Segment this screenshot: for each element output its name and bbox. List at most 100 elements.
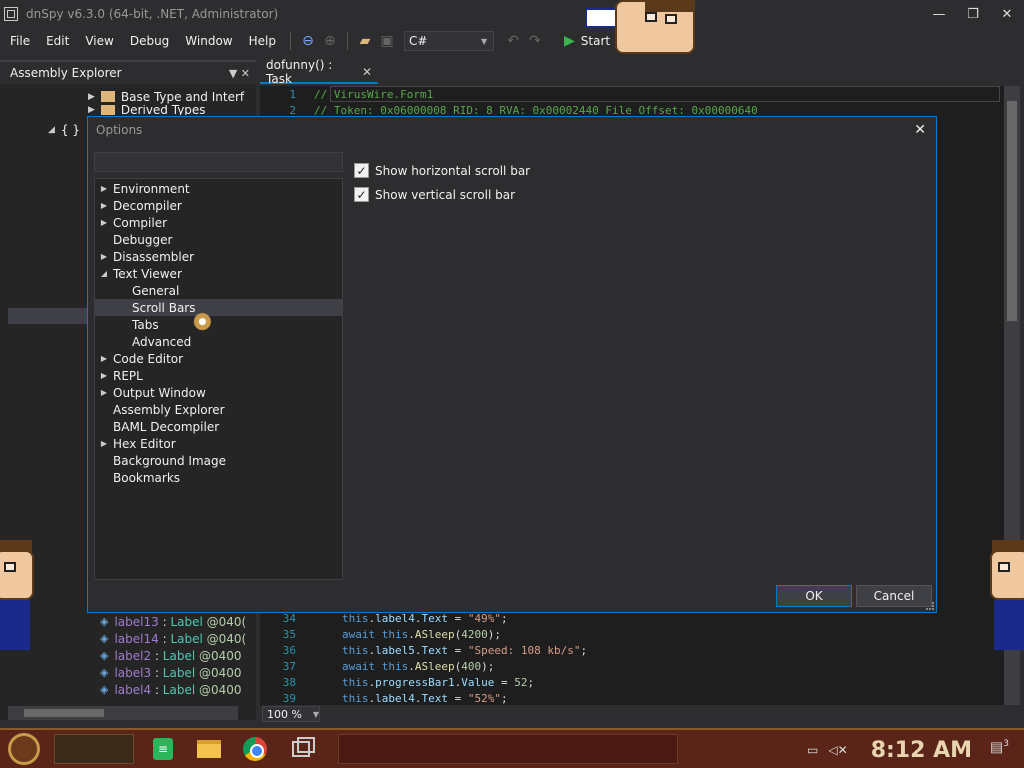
resize-grip-icon[interactable] <box>926 602 934 610</box>
checkmark-icon: ✓ <box>354 187 369 202</box>
line-number: 39 <box>282 691 296 705</box>
back-icon[interactable]: ⊖ <box>299 32 317 50</box>
close-window-button[interactable]: ✕ <box>990 0 1024 28</box>
expand-icon: ▶ <box>100 201 108 210</box>
list-item[interactable]: ◈ label13 : Label @040( <box>100 613 246 630</box>
chevron-down-icon: ▼ <box>480 36 488 46</box>
zoom-select[interactable]: 100 % ▼ <box>262 706 320 722</box>
panel-controls[interactable]: ▼ ✕ <box>229 67 250 80</box>
options-item-environment[interactable]: ▶ Environment <box>95 180 342 197</box>
code-string: "52%" <box>467 691 501 705</box>
cancel-button[interactable]: Cancel <box>856 585 932 607</box>
list-item[interactable]: ◈ label14 : Label @040( <box>100 630 246 647</box>
menu-help[interactable]: Help <box>241 34 284 48</box>
language-select[interactable]: C# ▼ <box>403 31 494 51</box>
taskbar-app-explorer[interactable] <box>192 732 226 766</box>
forward-icon[interactable]: ⊕ <box>321 32 339 50</box>
zoom-bar: 100 % ▼ <box>262 705 1020 723</box>
options-search-input[interactable] <box>94 152 343 172</box>
options-item-output-window[interactable]: ▶ Output Window <box>95 384 342 401</box>
taskbar-app-chrome[interactable] <box>238 732 272 766</box>
assembly-explorer-title: Assembly Explorer <box>10 66 122 80</box>
code-method: ASleep <box>414 627 455 641</box>
field-address: @040( <box>206 614 247 629</box>
character-art-top <box>585 0 705 60</box>
options-item-repl[interactable]: ▶ REPL <box>95 367 342 384</box>
checkbox-label: Show horizontal scroll bar <box>375 163 531 178</box>
system-tray: ▭ ◁✕ 8:12 AM ▤3 <box>802 730 1024 768</box>
taskbar-search-slot[interactable] <box>54 734 134 764</box>
taskbar-app-task-view[interactable] <box>284 732 318 766</box>
menu-window[interactable]: Window <box>177 34 240 48</box>
line-number: 37 <box>282 659 296 673</box>
menu-file[interactable]: File <box>0 34 38 48</box>
menu-view[interactable]: View <box>77 34 121 48</box>
options-item-general[interactable]: General <box>95 282 342 299</box>
field-type: Label <box>170 631 203 646</box>
tree-item-derived-types[interactable]: ▶ Derived Types <box>88 105 206 115</box>
taskbar-running-apps[interactable] <box>338 734 678 764</box>
code-punctuation: ; <box>580 643 588 657</box>
field-icon: ◈ <box>100 615 109 628</box>
options-item-compiler[interactable]: ▶ Compiler <box>95 214 342 231</box>
field-name: label14 <box>114 631 159 646</box>
save-icon[interactable]: ▣ <box>378 32 396 50</box>
code-line: 36 this. label5. Text = "Speed: 108 kb/s"; <box>260 642 587 658</box>
list-item[interactable]: ◈ label3 : Label @0400 <box>100 664 242 681</box>
tree-item-base-types[interactable]: ▶ Base Type and Interf <box>88 88 244 105</box>
network-icon[interactable]: ▭ <box>807 743 818 757</box>
code-punctuation: ; <box>501 691 508 705</box>
menu-edit[interactable]: Edit <box>38 34 77 48</box>
options-item-text-viewer[interactable]: ◢ Text Viewer <box>95 265 342 282</box>
minimize-button[interactable]: — <box>922 0 956 28</box>
code-keyword: this <box>342 643 369 657</box>
options-item-code-editor[interactable]: ▶ Code Editor <box>95 350 342 367</box>
scrollbar-thumb[interactable] <box>24 709 104 717</box>
options-item-background-image[interactable]: Background Image <box>95 452 342 469</box>
options-item-scroll-bars[interactable]: Scroll Bars <box>95 299 342 316</box>
maximize-button[interactable]: ❐ <box>956 0 990 28</box>
undo-icon[interactable]: ↶ <box>504 32 522 50</box>
close-tab-icon[interactable]: ✕ <box>362 65 372 79</box>
options-item-assembly-explorer[interactable]: Assembly Explorer <box>95 401 342 418</box>
options-item-label: Bookmarks <box>113 470 181 485</box>
show-vertical-scroll-bar-checkbox[interactable]: ✓ Show vertical scroll bar <box>354 187 515 202</box>
open-folder-icon[interactable]: ▰ <box>356 32 374 50</box>
options-item-baml-decompiler[interactable]: BAML Decompiler <box>95 418 342 435</box>
close-dialog-button[interactable]: ✕ <box>914 122 926 138</box>
redo-icon[interactable]: ↷ <box>526 32 544 50</box>
code-keyword: await <box>342 627 376 641</box>
options-item-advanced[interactable]: Advanced <box>95 333 342 350</box>
start-menu-button[interactable] <box>0 731 48 767</box>
options-item-debugger[interactable]: Debugger <box>95 231 342 248</box>
code-property: Text <box>421 611 449 625</box>
options-item-decompiler[interactable]: ▶ Decompiler <box>95 197 342 214</box>
options-item-label: Code Editor <box>113 351 184 366</box>
expand-icon: ▶ <box>100 184 108 193</box>
options-item-label: Text Viewer <box>113 266 182 281</box>
field-address: @0400 <box>199 665 242 680</box>
options-item-tabs[interactable]: Tabs <box>95 316 342 333</box>
horizontal-scrollbar[interactable] <box>8 706 238 720</box>
scrollbar-thumb[interactable] <box>1007 101 1017 321</box>
options-item-hex-editor[interactable]: ▶ Hex Editor <box>95 435 342 452</box>
ok-button[interactable]: OK <box>776 585 852 607</box>
window-title: dnSpy v6.3.0 (64-bit, .NET, Administrato… <box>26 7 279 21</box>
expand-icon: ▶ <box>100 252 108 261</box>
options-item-disassembler[interactable]: ▶ Disassembler <box>95 248 342 265</box>
taskbar-app-notes[interactable]: ≡ <box>146 732 180 766</box>
show-horizontal-scroll-bar-checkbox[interactable]: ✓ Show horizontal scroll bar <box>354 163 530 178</box>
mouse-cursor-icon <box>188 312 212 336</box>
options-item-bookmarks[interactable]: Bookmarks <box>95 469 342 486</box>
list-item[interactable]: ◈ label4 : Label @0400 <box>100 681 242 698</box>
clock[interactable]: 8:12 AM <box>871 738 972 763</box>
menu-debug[interactable]: Debug <box>122 34 177 48</box>
expand-icon: ▶ <box>100 388 108 397</box>
notification-center-icon[interactable]: ▤3 <box>990 739 1012 761</box>
tab-dofunny[interactable]: dofunny() : Task ✕ <box>260 58 378 86</box>
volume-muted-icon[interactable]: ◁✕ <box>828 743 847 757</box>
tree-item-namespace[interactable]: ◢ { } <box>48 121 80 138</box>
options-item-label: BAML Decompiler <box>113 419 220 434</box>
list-item[interactable]: ◈ label2 : Label @0400 <box>100 647 242 664</box>
character-art-left <box>0 540 36 650</box>
